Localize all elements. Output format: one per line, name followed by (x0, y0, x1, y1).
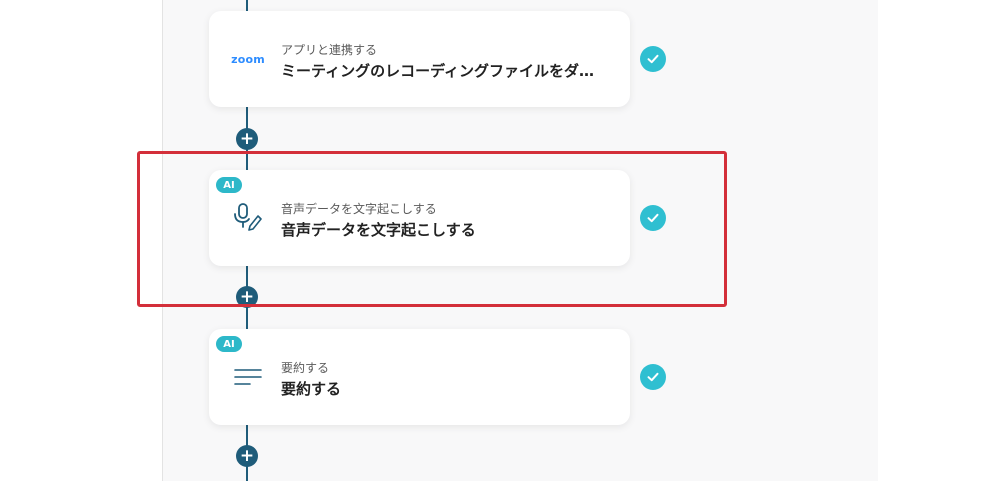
zoom-logo-text: zoom (231, 52, 265, 66)
highlight-box (137, 151, 727, 307)
add-step-button[interactable]: + (236, 128, 258, 150)
step-title: ミーティングのレコーディングファイルをダ… (281, 62, 595, 80)
flow-step-card[interactable]: AI 要約する 要約する (209, 329, 630, 425)
step-title: 要約する (281, 380, 342, 398)
step-subtitle: アプリと連携する (281, 43, 378, 57)
add-step-button[interactable]: + (236, 445, 258, 467)
zoom-logo: zoom (229, 39, 267, 79)
check-icon (640, 46, 666, 72)
flow-step-card[interactable]: zoom アプリと連携する ミーティングのレコーディングファイルをダ… (209, 11, 630, 107)
text-lines-icon (229, 357, 267, 397)
ai-badge: AI (216, 336, 242, 352)
check-icon (640, 364, 666, 390)
step-subtitle: 要約する (281, 361, 330, 375)
